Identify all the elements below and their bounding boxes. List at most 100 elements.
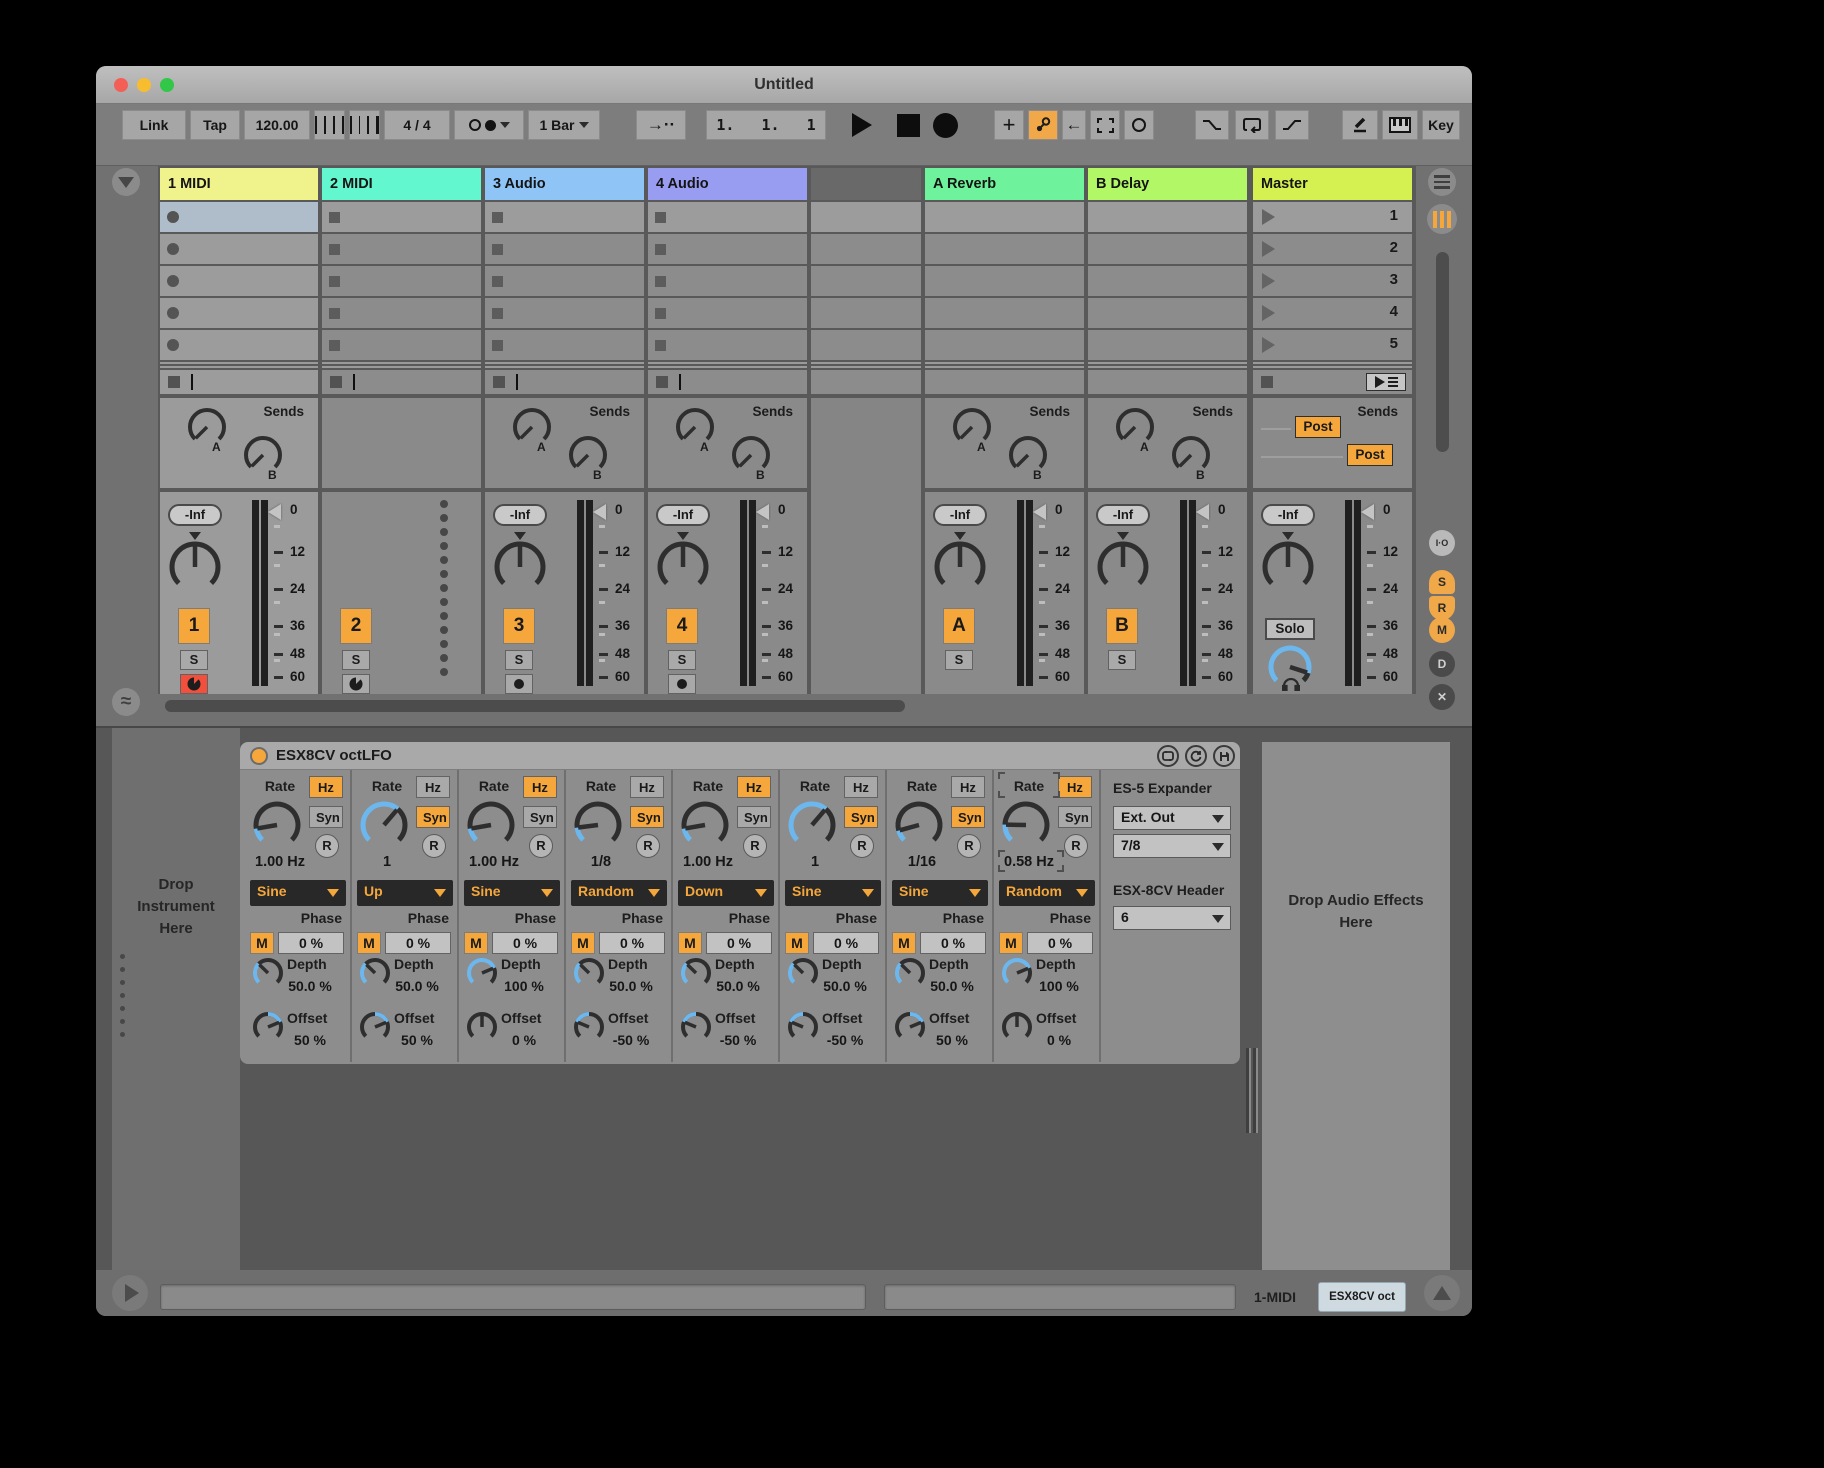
esx8cv-header-select[interactable]: 6	[1113, 906, 1231, 930]
empty-clip-slot[interactable]	[925, 202, 1084, 232]
phase-value[interactable]: 0 %	[813, 932, 879, 954]
multiply-button[interactable]: M	[999, 932, 1023, 954]
clip-slot[interactable]	[648, 298, 807, 328]
rate-knob[interactable]	[466, 800, 516, 850]
depth-value[interactable]: 50.0 %	[810, 978, 880, 994]
send-a-knob[interactable]	[674, 406, 716, 448]
solo-button[interactable]: S	[342, 650, 370, 670]
track-drop-area[interactable]	[811, 168, 921, 396]
sync-mode-button[interactable]: Syn	[630, 806, 664, 828]
send-a-knob[interactable]	[511, 406, 553, 448]
clip-stop-row[interactable]	[322, 370, 481, 394]
depth-value[interactable]: 50.0 %	[382, 978, 452, 994]
hz-mode-button[interactable]: Hz	[523, 776, 557, 798]
reenable-automation-button[interactable]: ←	[1062, 110, 1086, 140]
empty-clip-slot[interactable]	[1088, 298, 1247, 328]
rate-knob[interactable]	[1001, 800, 1051, 850]
send-a-knob[interactable]	[951, 406, 993, 448]
clip-slot[interactable]	[485, 202, 644, 232]
play-button[interactable]	[850, 110, 874, 140]
empty-clip-slot[interactable]	[811, 330, 921, 360]
retrigger-button[interactable]: R	[743, 834, 767, 858]
multiply-button[interactable]: M	[678, 932, 702, 954]
clip-slot[interactable]	[322, 298, 481, 328]
hz-mode-button[interactable]: Hz	[416, 776, 450, 798]
track-header[interactable]: 3 Audio	[485, 168, 644, 200]
stop-button[interactable]	[895, 110, 921, 140]
waveform-select[interactable]: Sine	[250, 880, 346, 906]
clip-slot[interactable]	[160, 234, 318, 264]
link-button[interactable]: Link	[122, 110, 186, 140]
offset-value[interactable]: -50 %	[596, 1032, 666, 1048]
rate-value[interactable]: 1.00 Hz	[673, 854, 743, 870]
metronome-button[interactable]	[454, 110, 524, 140]
midi-overdub-button[interactable]: +	[994, 110, 1024, 140]
send-b-knob[interactable]	[567, 434, 609, 476]
retrigger-button[interactable]: R	[315, 834, 339, 858]
multiply-button[interactable]: M	[250, 932, 274, 954]
depth-value[interactable]: 50.0 %	[275, 978, 345, 994]
computer-midi-keyboard-button[interactable]	[1382, 110, 1418, 140]
waveform-select[interactable]: Sine	[892, 880, 988, 906]
empty-clip-slot[interactable]	[811, 234, 921, 264]
send-a-knob[interactable]	[186, 406, 228, 448]
hz-mode-button[interactable]: Hz	[630, 776, 664, 798]
clip-slot[interactable]	[322, 234, 481, 264]
waveform-select[interactable]: Sine	[785, 880, 881, 906]
clip-slot[interactable]	[485, 234, 644, 264]
offset-value[interactable]: 50 %	[917, 1032, 987, 1048]
time-signature[interactable]: 4 / 4	[384, 110, 450, 140]
send-b-pre-post-toggle[interactable]: Post	[1347, 444, 1393, 466]
clip-slot[interactable]	[485, 266, 644, 296]
empty-clip-slot[interactable]	[1088, 266, 1247, 296]
send-b-knob[interactable]	[1007, 434, 1049, 476]
device-tab[interactable]: ESX8CV oct	[1318, 1282, 1406, 1312]
scene-overview-button[interactable]	[1428, 168, 1456, 196]
save-preset-button[interactable]	[1213, 745, 1235, 767]
waveform-select[interactable]: Sine	[464, 880, 560, 906]
rate-value[interactable]: 1/8	[566, 854, 636, 870]
nudge-down-button[interactable]	[314, 110, 345, 140]
quantization-menu[interactable]: 1 Bar	[528, 110, 600, 140]
empty-clip-slot[interactable]	[811, 298, 921, 328]
clip-stop-row[interactable]	[160, 370, 318, 394]
phase-value[interactable]: 0 %	[706, 932, 772, 954]
empty-clip-slot[interactable]	[925, 298, 1084, 328]
automation-arm-button[interactable]	[1028, 110, 1058, 140]
sync-mode-button[interactable]: Syn	[523, 806, 557, 828]
depth-value[interactable]: 100 %	[1024, 978, 1094, 994]
key-map-button[interactable]: Key	[1422, 110, 1460, 140]
track-header[interactable]: 2 MIDI	[322, 168, 481, 200]
es5-output-select[interactable]: Ext. Out	[1113, 806, 1231, 830]
loop-button[interactable]	[1235, 110, 1269, 140]
multiply-button[interactable]: M	[464, 932, 488, 954]
rate-value[interactable]: 1	[780, 854, 850, 870]
clip-slot[interactable]	[322, 202, 481, 232]
clip-slot[interactable]	[160, 202, 318, 232]
offset-value[interactable]: 0 %	[1024, 1032, 1094, 1048]
clip-slot[interactable]	[160, 266, 318, 296]
send-b-knob[interactable]	[1170, 434, 1212, 476]
retrigger-button[interactable]: R	[1064, 834, 1088, 858]
clip-slot[interactable]	[648, 234, 807, 264]
capture-midi-button[interactable]	[1090, 110, 1120, 140]
depth-value[interactable]: 50.0 %	[703, 978, 773, 994]
empty-clip-slot[interactable]	[1088, 202, 1247, 232]
hz-mode-button[interactable]: Hz	[309, 776, 343, 798]
sync-mode-button[interactable]: Syn	[951, 806, 985, 828]
rate-value[interactable]: 1	[352, 854, 422, 870]
phase-value[interactable]: 0 %	[920, 932, 986, 954]
retrigger-button[interactable]: R	[529, 834, 553, 858]
hz-mode-button[interactable]: Hz	[737, 776, 771, 798]
io-section-toggle[interactable]: I·O	[1429, 530, 1455, 556]
multiply-button[interactable]: M	[357, 932, 381, 954]
empty-clip-slot[interactable]	[1088, 330, 1247, 360]
crossfade-section-toggle[interactable]: ✕	[1429, 684, 1455, 710]
device-activator-button[interactable]	[250, 747, 268, 765]
scene-launch-button[interactable]: 3	[1253, 266, 1412, 296]
rate-knob[interactable]	[252, 800, 302, 850]
rate-value[interactable]: 1.00 Hz	[245, 854, 315, 870]
sync-mode-button[interactable]: Syn	[416, 806, 450, 828]
track-header[interactable]: B Delay	[1088, 168, 1247, 200]
nudge-up-button[interactable]	[349, 110, 380, 140]
